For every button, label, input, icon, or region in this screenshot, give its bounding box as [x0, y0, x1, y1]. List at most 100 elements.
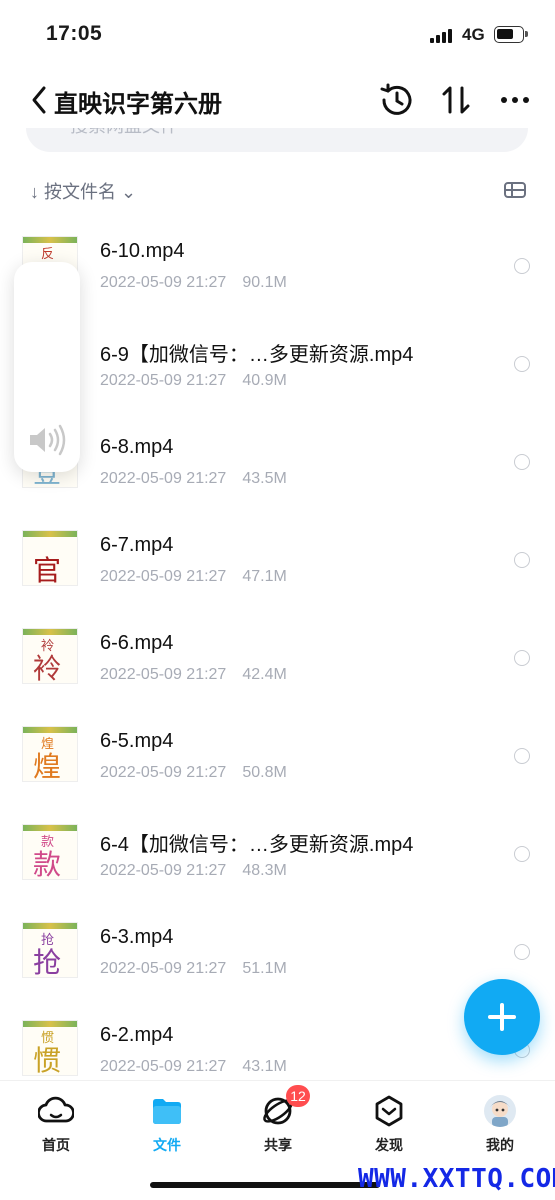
thumbnail-big-char: 袊	[33, 652, 62, 684]
file-size: 43.5M	[242, 470, 287, 487]
file-meta: 2022-05-09 21:27 51.1M	[100, 960, 287, 978]
tab-home-label: 首页	[42, 1137, 70, 1153]
file-row[interactable]: 登 6-8.mp4 2022-05-09 21:27 43.5M	[0, 406, 555, 504]
file-size: 48.3M	[242, 862, 287, 879]
file-date: 2022-05-09 21:27	[100, 764, 227, 781]
video-thumbnail: 惯惯	[22, 1020, 78, 1076]
battery-icon	[494, 26, 528, 43]
file-name: 6-5.mp4	[100, 730, 174, 752]
select-radio[interactable]	[514, 258, 530, 274]
sort-button[interactable]	[436, 80, 476, 120]
file-date: 2022-05-09 21:27	[100, 666, 227, 683]
status-time: 17:05	[46, 22, 103, 45]
select-radio[interactable]	[514, 552, 530, 568]
chevron-left-icon	[32, 86, 46, 114]
file-meta: 2022-05-09 21:27 48.3M	[100, 862, 287, 880]
file-row[interactable]: 款款 6-4【加微信号：…多更新资源.mp4 2022-05-09 21:27 48.…	[0, 798, 555, 896]
video-thumbnail: 袊袊	[22, 628, 78, 684]
select-radio[interactable]	[514, 748, 530, 764]
file-date: 2022-05-09 21:27	[100, 862, 227, 879]
file-size: 43.1M	[242, 1058, 287, 1075]
file-size: 40.9M	[242, 372, 287, 389]
file-row[interactable]: 反 6-10.mp4 2022-05-09 21:27 90.1M	[0, 210, 555, 308]
folder-icon	[153, 1099, 181, 1124]
file-meta: 2022-05-09 21:27 50.8M	[100, 764, 287, 782]
navigation-header: 直映识字第六册	[0, 72, 555, 128]
file-name: 6-6.mp4	[100, 632, 174, 654]
tab-share[interactable]: 12 共享	[238, 1085, 318, 1157]
history-button[interactable]	[376, 80, 416, 120]
select-radio[interactable]	[514, 944, 530, 960]
sort-by-filename[interactable]: ↓ 按文件名 ⌄	[30, 178, 136, 204]
sort-bar: ↓ 按文件名 ⌄	[0, 170, 555, 210]
share-badge: 12	[286, 1085, 310, 1107]
video-thumbnail: 煌煌	[22, 726, 78, 782]
video-thumbnail: 款款	[22, 824, 78, 880]
discover-icon	[375, 1095, 403, 1127]
file-row[interactable]: 6-9【加微信号：…多更新资源.mp4 2022-05-09 21:27 40.9M	[0, 308, 555, 406]
status-bar: 17:05 4G	[0, 0, 555, 70]
file-meta: 2022-05-09 21:27 43.1M	[100, 1058, 287, 1076]
file-date: 2022-05-09 21:27	[100, 274, 227, 291]
file-date: 2022-05-09 21:27	[100, 470, 227, 487]
thumbnail-big-char: 抢	[33, 946, 62, 978]
file-meta: 2022-05-09 21:27 47.1M	[100, 568, 287, 586]
file-meta: 2022-05-09 21:27 42.4M	[100, 666, 287, 684]
thumbnail-big-char: 官	[33, 554, 62, 586]
file-name: 6-2.mp4	[100, 1024, 174, 1046]
network-type: 4G	[462, 25, 485, 44]
file-meta: 2022-05-09 21:27 43.5M	[100, 470, 287, 488]
file-date: 2022-05-09 21:27	[100, 960, 227, 977]
file-name: 6-9【加微信号：…多更新资源.mp4	[100, 344, 414, 366]
more-button[interactable]	[496, 80, 536, 120]
watermark: WWW.XXTTQ.COM	[358, 1164, 555, 1194]
cloud-icon	[38, 1096, 74, 1123]
file-name: 6-10.mp4	[100, 240, 185, 262]
signal-icon	[430, 27, 456, 43]
file-size: 90.1M	[242, 274, 287, 291]
more-dots-icon	[501, 97, 529, 103]
file-row[interactable]: 官 6-7.mp4 2022-05-09 21:27 47.1M	[0, 504, 555, 602]
thumbnail-big-char: 煌	[33, 750, 62, 782]
sort-arrows-icon	[442, 86, 470, 114]
list-view-icon	[504, 182, 526, 198]
file-name: 6-3.mp4	[100, 926, 174, 948]
thumbnail-small-char: 反	[41, 246, 55, 261]
file-date: 2022-05-09 21:27	[100, 372, 227, 389]
file-meta: 2022-05-09 21:27 40.9M	[100, 372, 287, 390]
select-radio[interactable]	[514, 356, 530, 372]
history-icon	[380, 83, 412, 115]
select-radio[interactable]	[514, 650, 530, 666]
file-row[interactable]: 抢抢 6-3.mp4 2022-05-09 21:27 51.1M	[0, 896, 555, 994]
add-button[interactable]	[464, 979, 540, 1055]
tab-profile[interactable]: 我的	[460, 1087, 540, 1157]
file-meta: 2022-05-09 21:27 90.1M	[100, 274, 287, 292]
tab-files-label: 文件	[153, 1137, 181, 1153]
tab-profile-label: 我的	[486, 1137, 514, 1153]
tab-discover[interactable]: 发现	[349, 1087, 429, 1157]
volume-overlay	[14, 262, 80, 472]
file-date: 2022-05-09 21:27	[100, 568, 227, 585]
file-row[interactable]: 袊袊 6-6.mp4 2022-05-09 21:27 42.4M	[0, 602, 555, 700]
file-size: 51.1M	[242, 960, 287, 977]
back-button[interactable]	[24, 80, 54, 120]
file-name: 6-8.mp4	[100, 436, 174, 458]
tab-share-label: 共享	[264, 1137, 292, 1153]
tab-home[interactable]: 首页	[16, 1087, 96, 1157]
file-row[interactable]: 煌煌 6-5.mp4 2022-05-09 21:27 50.8M	[0, 700, 555, 798]
home-indicator	[150, 1182, 380, 1188]
thumbnail-big-char: 款	[33, 848, 62, 880]
video-thumbnail: 抢抢	[22, 922, 78, 978]
view-mode-button[interactable]	[503, 178, 527, 202]
file-name: 6-4【加微信号：…多更新资源.mp4	[100, 834, 414, 856]
file-size: 50.8M	[242, 764, 287, 781]
tab-files[interactable]: 文件	[127, 1087, 207, 1157]
select-radio[interactable]	[514, 846, 530, 862]
select-radio[interactable]	[514, 454, 530, 470]
tab-bar: 首页 文件 12 共享 发现 我的	[0, 1080, 555, 1161]
file-name: 6-7.mp4	[100, 534, 174, 556]
page-title: 直映识字第六册	[54, 91, 222, 118]
tab-discover-label: 发现	[375, 1137, 403, 1153]
avatar-icon	[484, 1095, 516, 1127]
file-date: 2022-05-09 21:27	[100, 1058, 227, 1075]
